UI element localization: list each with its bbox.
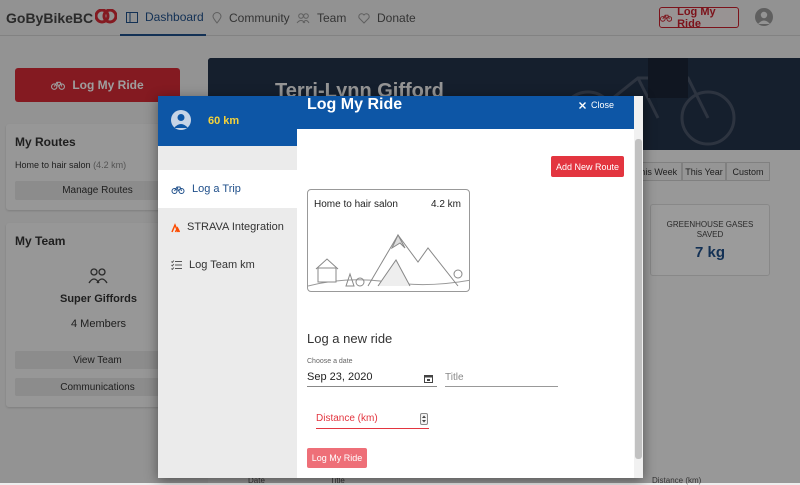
distance-input[interactable]: Distance (km) (316, 409, 429, 429)
route-card-km: 4.2 km (431, 199, 462, 210)
date-input[interactable]: Sep 23, 2020 (307, 368, 437, 387)
form-title: Log a new ride (307, 331, 393, 346)
stepper-arrows-icon (422, 415, 426, 423)
modal-scrollbar-thumb[interactable] (635, 139, 642, 459)
title-placeholder: Title (445, 371, 464, 383)
bike-icon (171, 186, 185, 194)
close-button[interactable]: Close (579, 100, 614, 110)
strava-icon (171, 222, 180, 232)
date-label: Choose a date (307, 358, 353, 365)
title-input[interactable]: Title (445, 368, 558, 387)
modal-sidebar (158, 96, 297, 478)
list-icon (171, 260, 182, 270)
add-new-route-label: Add New Route (555, 161, 620, 172)
tab-log-trip[interactable]: Log a Trip (158, 170, 297, 208)
close-label: Close (591, 100, 615, 110)
route-card-name: Home to hair salon (314, 199, 398, 210)
submit-log-ride-label: Log My Ride (311, 453, 363, 463)
tab-log-trip-label: Log a Trip (192, 183, 241, 195)
add-new-route-button[interactable]: Add New Route (551, 156, 624, 177)
distance-stepper[interactable] (420, 413, 428, 425)
modal-km-total: 60 km (208, 115, 240, 127)
tab-strava[interactable]: STRAVA Integration (158, 208, 297, 246)
modal-avatar (171, 110, 191, 130)
modal-user-header: 60 km (158, 96, 297, 146)
date-value: Sep 23, 2020 (307, 371, 373, 383)
calendar-icon[interactable] (424, 374, 433, 383)
user-icon (174, 114, 188, 128)
submit-log-ride-button[interactable]: Log My Ride (307, 448, 367, 468)
tab-log-team[interactable]: Log Team km (158, 246, 297, 284)
modal-title: Log My Ride (307, 96, 403, 113)
distance-placeholder: Distance (km) (316, 413, 378, 424)
tab-strava-label: STRAVA Integration (187, 221, 284, 233)
log-ride-modal: 60 km Log a Trip STRAVA Integration Log … (158, 96, 643, 478)
tab-log-team-label: Log Team km (189, 259, 255, 271)
close-icon (579, 101, 586, 109)
